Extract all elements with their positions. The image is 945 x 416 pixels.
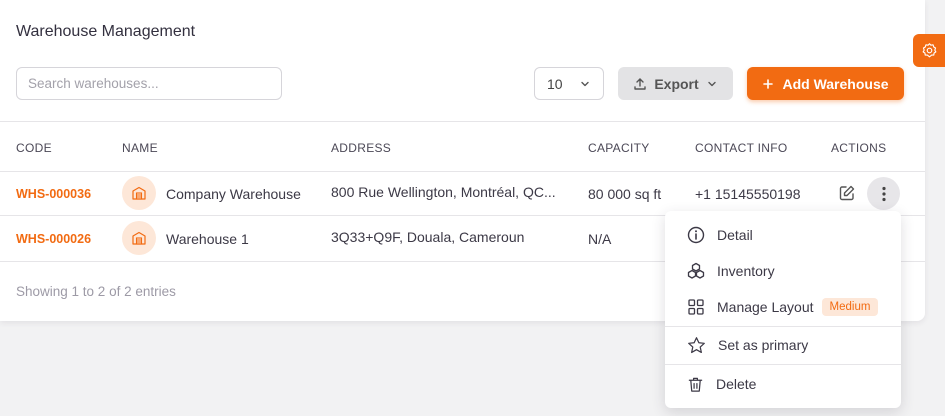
upload-icon (634, 77, 647, 90)
settings-icon (922, 43, 936, 58)
warehouse-icon (122, 176, 156, 210)
pagination-info: Showing 1 to 2 of 2 entries (16, 284, 176, 299)
divider (0, 171, 925, 172)
warehouse-contact: +1 15145550198 (695, 186, 801, 202)
menu-item-inventory[interactable]: Inventory (665, 254, 901, 288)
edit-icon[interactable] (838, 184, 856, 202)
per-page-value: 10 (547, 75, 563, 92)
header-actions: ACTIONS (831, 141, 887, 155)
chevron-down-icon (581, 81, 589, 86)
menu-item-label: Detail (717, 227, 753, 243)
menu-item-label: Delete (716, 376, 757, 392)
boxes-icon (687, 262, 705, 279)
grid-icon (688, 299, 704, 315)
warehouse-code-link[interactable]: WHS-000026 (16, 232, 91, 246)
warehouse-address: 3Q33+Q9F, Douala, Cameroun (331, 229, 525, 245)
header-code: CODE (16, 141, 52, 155)
search-input[interactable] (16, 67, 282, 100)
divider (0, 121, 925, 122)
more-vertical-icon (881, 186, 886, 201)
more-actions-button[interactable] (867, 177, 900, 210)
row-actions-menu: Detail Inventory Manage Layout Medium Se… (665, 211, 901, 408)
header-address: ADDRESS (331, 141, 392, 155)
warehouse-address: 800 Rue Wellington, Montréal, QC... (331, 184, 556, 200)
export-label: Export (654, 75, 699, 92)
header-name: NAME (122, 141, 158, 155)
header-contact-info: CONTACT INFO (695, 141, 788, 155)
menu-divider (665, 364, 901, 365)
add-warehouse-button[interactable]: Add Warehouse (747, 67, 904, 100)
warehouse-name: Warehouse 1 (166, 231, 249, 247)
warehouse-code-link[interactable]: WHS-000036 (16, 187, 91, 201)
chevron-down-icon (707, 81, 716, 86)
menu-item-delete[interactable]: Delete (665, 367, 901, 401)
menu-item-set-primary[interactable]: Set as primary (665, 328, 901, 362)
page-title: Warehouse Management (16, 23, 196, 40)
per-page-select[interactable]: 10 (534, 67, 604, 100)
menu-item-detail[interactable]: Detail (665, 218, 901, 252)
warehouse-capacity: 80 000 sq ft (588, 186, 662, 202)
settings-button[interactable] (913, 34, 945, 67)
medium-badge: Medium (821, 298, 879, 316)
menu-item-manage-layout[interactable]: Manage Layout Medium (665, 290, 901, 324)
menu-item-label: Manage Layout (717, 299, 814, 315)
star-icon (688, 336, 705, 353)
add-warehouse-label: Add Warehouse (782, 75, 889, 92)
info-icon (687, 226, 705, 244)
header-capacity: CAPACITY (588, 141, 650, 155)
warehouse-name: Company Warehouse (166, 186, 301, 202)
menu-item-label: Inventory (717, 263, 775, 279)
plus-icon (763, 78, 774, 89)
menu-item-label: Set as primary (718, 337, 809, 353)
trash-icon (688, 377, 703, 392)
menu-divider (665, 326, 901, 327)
warehouse-icon (122, 221, 156, 255)
warehouse-capacity: N/A (588, 231, 612, 247)
export-button[interactable]: Export (618, 67, 733, 100)
